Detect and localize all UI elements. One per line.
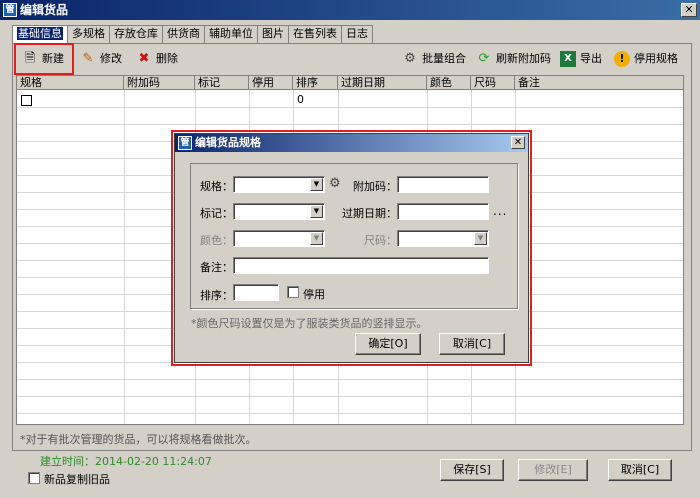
app-icon: 管 [3, 3, 17, 17]
remark-label: 备注： [200, 261, 233, 274]
mark-combo[interactable]: ▼ [233, 203, 325, 220]
tab-on-sale-list[interactable]: 在售列表 [288, 25, 342, 43]
size-label: 尺码： [364, 234, 397, 247]
grid-row-line [17, 124, 683, 125]
grid-row-line [17, 107, 683, 108]
batch-combine-button[interactable]: ⚙ 批量组合 [402, 48, 466, 70]
chevron-down-icon[interactable]: ▼ [474, 232, 487, 245]
expiry-label: 过期日期： [342, 207, 397, 220]
disabled-checkbox[interactable] [287, 286, 299, 298]
dialog-cancel-button[interactable]: 取消[C] [439, 333, 505, 355]
tab-images[interactable]: 图片 [257, 25, 289, 43]
spec-combo[interactable]: ▼ [233, 176, 325, 193]
modify-button[interactable]: 修改[E] [518, 459, 588, 481]
refresh-icon: ⟳ [478, 51, 490, 66]
col-size[interactable]: 尺码 [471, 76, 515, 90]
spec-label: 规格： [200, 180, 233, 193]
size-combo[interactable]: ▼ [397, 230, 489, 247]
gear-icon: ⚙ [404, 51, 416, 66]
date-picker-ellipsis[interactable]: ... [493, 204, 507, 218]
refresh-barcode-button[interactable]: ⟳ 刷新附加码 [476, 48, 551, 70]
row-checkbox[interactable] [21, 95, 32, 106]
delete-button[interactable]: ✖ 删除 [136, 48, 178, 70]
chevron-down-icon[interactable]: ▼ [310, 205, 323, 218]
delete-x-icon: ✖ [138, 51, 150, 66]
new-button[interactable]: 🗎 新建 [22, 48, 64, 70]
mark-label: 标记： [200, 207, 233, 220]
tab-warehouse[interactable]: 存放仓库 [109, 25, 163, 43]
disable-spec-button[interactable]: ! 停用规格 [614, 48, 678, 70]
dialog-title: 编辑货品规格 [195, 136, 261, 149]
barcode-input[interactable] [397, 176, 489, 193]
color-combo[interactable]: ▼ [233, 230, 325, 247]
chevron-down-icon[interactable]: ▼ [310, 178, 323, 191]
tab-strip: 基础信息 多规格 存放仓库 供货商 辅助单位 图片 在售列表 日志 [12, 25, 373, 43]
window-close-button[interactable]: ✕ [681, 3, 697, 17]
col-color[interactable]: 颜色 [427, 76, 471, 90]
grid-row-line [17, 379, 683, 380]
grid-row-line [17, 413, 683, 414]
col-sort[interactable]: 排序 [293, 76, 338, 90]
row-sort-value: 0 [297, 93, 304, 106]
edit-button[interactable]: ✎ 修改 [80, 48, 122, 70]
col-mark[interactable]: 标记 [195, 76, 249, 90]
col-remark[interactable]: 备注 [515, 76, 683, 90]
col-spec[interactable]: 规格 [17, 76, 124, 90]
save-button[interactable]: 保存[S] [440, 459, 504, 481]
excel-icon: X [560, 51, 576, 67]
grid-header: 规格 附加码 标记 停用 排序 过期日期 颜色 尺码 备注 [17, 76, 683, 90]
warning-icon: ! [614, 51, 630, 67]
dialog-note: *颜色尺码设置仅是为了服装类货品的竖排显示。 [191, 317, 428, 330]
footer-cancel-button[interactable]: 取消[C] [608, 459, 672, 481]
col-barcode[interactable]: 附加码 [124, 76, 195, 90]
tab-multi-spec[interactable]: 多规格 [67, 25, 110, 43]
dialog-ok-button[interactable]: 确定[O] [355, 333, 421, 355]
tab-aux-unit[interactable]: 辅助单位 [204, 25, 258, 43]
pencil-icon: ✎ [82, 51, 94, 66]
sort-input[interactable] [233, 284, 279, 301]
copy-old-label: 新品复制旧品 [44, 473, 110, 486]
window-title: 编辑货品 [20, 3, 69, 17]
sort-label: 排序： [200, 289, 233, 302]
new-document-icon: 🗎 [24, 51, 36, 66]
batch-hint: *对于有批次管理的货品，可以将规格看做批次。 [20, 433, 257, 446]
color-label: 颜色： [200, 234, 233, 247]
tab-basic-info[interactable]: 基础信息 [12, 25, 68, 43]
grid-row-line [17, 396, 683, 397]
export-button[interactable]: X 导出 [560, 48, 602, 70]
window-titlebar: 管 编辑货品 ✕ [0, 0, 700, 20]
expiry-input[interactable] [397, 203, 489, 220]
remark-input[interactable] [233, 257, 489, 274]
dialog-app-icon: 管 [178, 136, 192, 150]
copy-old-checkbox[interactable] [28, 472, 40, 484]
dialog-close-button[interactable]: ✕ [511, 136, 525, 149]
edit-spec-dialog: 管 编辑货品规格 ✕ 规格： ▼ ⚙ 附加码： 标记： ▼ 过期日期： ... … [174, 133, 529, 363]
col-disabled[interactable]: 停用 [249, 76, 293, 90]
gear-icon[interactable]: ⚙ [329, 176, 341, 191]
disabled-label: 停用 [303, 288, 325, 301]
tab-supplier[interactable]: 供货商 [162, 25, 205, 43]
created-time: 建立时间：2014-02-20 11:24:07 [40, 455, 212, 468]
dialog-titlebar: 管 编辑货品规格 ✕ [175, 134, 528, 152]
col-expiry[interactable]: 过期日期 [338, 76, 427, 90]
tab-log[interactable]: 日志 [341, 25, 373, 43]
chevron-down-icon[interactable]: ▼ [310, 232, 323, 245]
barcode-label: 附加码： [353, 180, 397, 193]
